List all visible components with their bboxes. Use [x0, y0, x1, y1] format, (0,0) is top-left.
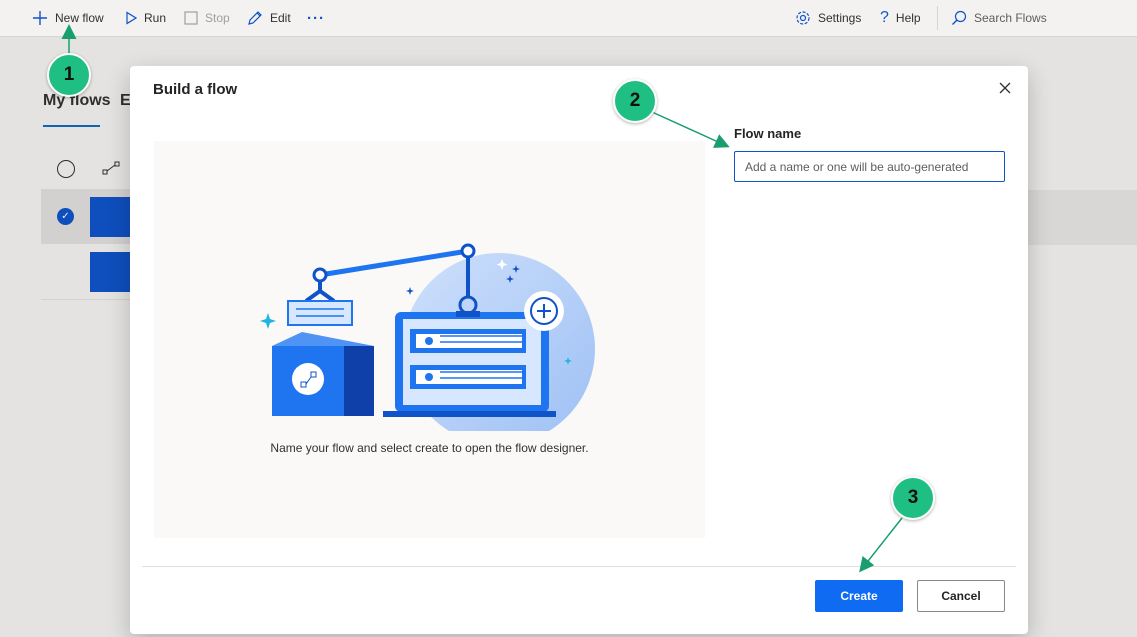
build-flow-dialog: Build a flow Name your flow and select c…: [130, 66, 1028, 634]
callout-badge-2: 2: [613, 79, 657, 123]
play-icon: [126, 11, 137, 25]
search-icon: [952, 10, 967, 25]
close-icon[interactable]: [996, 79, 1014, 97]
cancel-button[interactable]: Cancel: [917, 580, 1005, 612]
settings-icon: [796, 11, 810, 25]
search-flows[interactable]: Search Flows: [951, 0, 1047, 36]
more-icon[interactable]: ···: [307, 0, 325, 36]
new-flow-button[interactable]: New flow: [32, 0, 104, 36]
edit-icon: [248, 11, 262, 25]
illustration-caption: Name your flow and select create to open…: [270, 441, 589, 455]
help-button[interactable]: ? Help: [880, 0, 921, 36]
illustration-panel: Name your flow and select create to open…: [154, 141, 705, 538]
plus-icon: [33, 11, 47, 25]
settings-button[interactable]: Settings: [795, 0, 861, 36]
stop-icon: [184, 11, 198, 25]
edit-label: Edit: [270, 11, 291, 25]
create-button[interactable]: Create: [815, 580, 903, 612]
flow-name-input[interactable]: [734, 151, 1005, 182]
help-icon: ?: [880, 9, 889, 26]
toolbar-divider: [937, 6, 938, 30]
help-label: Help: [895, 11, 921, 25]
run-label: Run: [144, 11, 167, 25]
dialog-footer-divider: [142, 566, 1016, 567]
callout-badge-1: 1: [47, 53, 91, 97]
settings-label: Settings: [818, 11, 862, 25]
stop-button[interactable]: Stop: [184, 0, 230, 36]
command-bar: New flow Run Stop Edit ··· Settings ? He…: [0, 0, 1137, 37]
new-flow-label: New flow: [55, 11, 104, 25]
flow-name-label: Flow name: [734, 126, 802, 141]
stop-label: Stop: [205, 11, 230, 25]
flow-illustration: [260, 243, 595, 445]
run-button[interactable]: Run: [125, 0, 166, 36]
dialog-title: Build a flow: [153, 81, 238, 98]
search-placeholder: Search Flows: [974, 11, 1047, 25]
callout-badge-3: 3: [891, 476, 935, 520]
edit-button[interactable]: Edit: [247, 0, 291, 36]
